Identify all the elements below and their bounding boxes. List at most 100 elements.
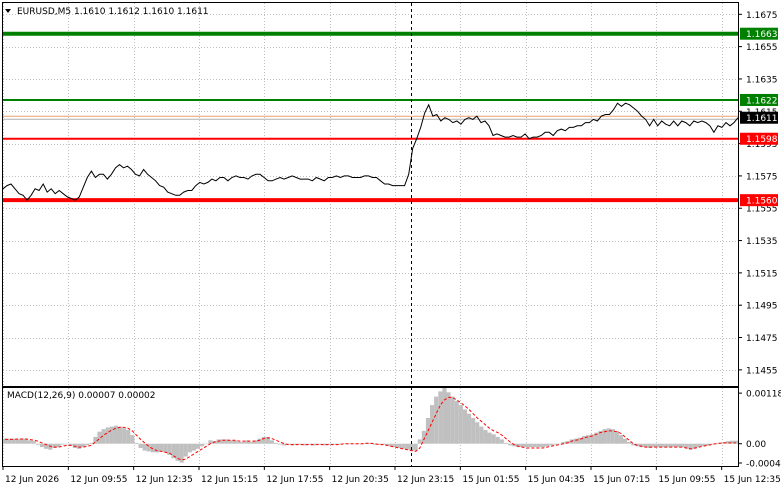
macd-histogram-bar [122, 428, 127, 444]
macd-histogram-bar [664, 443, 669, 448]
macd-histogram-bar [417, 439, 422, 444]
macd-histogram-bar [586, 435, 591, 444]
macd-histogram-bar [183, 443, 188, 457]
macd-histogram-bar [118, 426, 123, 444]
time-tick-label: 12 Jun 2026 [5, 475, 59, 485]
macd-histogram-bar [532, 443, 537, 448]
macd-histogram-bar [528, 443, 533, 448]
macd-histogram-bar [676, 443, 681, 448]
macd-histogram-bar [651, 443, 656, 448]
macd-histogram-bar [85, 443, 90, 446]
macd-histogram-bar [413, 443, 418, 451]
macd-tick-label: 0.00118 [746, 390, 781, 400]
trading-chart[interactable]: 1.16751.16551.16351.16151.15951.15751.15… [0, 0, 781, 489]
price-tick-label: 1.1475 [746, 334, 778, 344]
macd-histogram-bar [524, 443, 529, 448]
macd-tick-label: 0.00 [746, 440, 766, 450]
macd-histogram-bar [503, 442, 509, 444]
time-tick-label: 12 Jun 17:55 [266, 475, 323, 485]
chart-background [0, 0, 781, 489]
macd-histogram-bar [487, 432, 492, 444]
macd-histogram-bar [76, 443, 82, 449]
macd-histogram-bar [163, 443, 168, 453]
macd-histogram-bar [187, 443, 192, 453]
time-tick-label: 15 Jun 04:35 [528, 475, 585, 485]
current-price-label: 1.1611 [746, 114, 778, 124]
macd-histogram-bar [434, 396, 439, 444]
macd-histogram-bar [627, 442, 632, 444]
price-tick-label: 1.1575 [746, 172, 778, 182]
time-tick-label: 12 Jun 09:55 [70, 475, 127, 485]
macd-histogram-bar [545, 443, 550, 447]
macd-histogram-bar [660, 443, 665, 448]
macd-histogram-bar [134, 442, 139, 444]
macd-title: MACD(12,26,9) 0.00007 0.00002 [7, 391, 156, 401]
price-tick-label: 1.1455 [746, 366, 778, 376]
macd-histogram-bar [274, 442, 279, 444]
macd-histogram-bar [618, 435, 624, 444]
macd-histogram-bar [450, 396, 455, 444]
macd-histogram-bar [138, 443, 143, 448]
time-tick-label: 12 Jun 12:35 [136, 475, 193, 485]
macd-histogram-bar [442, 388, 447, 444]
macd-histogram-bar [35, 443, 40, 445]
support-price-tag-label: 1.1560 [746, 197, 778, 207]
macd-histogram-bar [491, 434, 496, 444]
macd-histogram-bar [483, 430, 488, 444]
macd-histogram-bar [508, 443, 513, 446]
main-title-group: EURUSD,M5 1.1610 1.1612 1.1610 1.1611 [5, 7, 209, 17]
macd-histogram-bar [31, 441, 36, 444]
macd-histogram-bar [405, 443, 410, 450]
macd-histogram-bar [175, 443, 180, 461]
macd-histogram-bar [241, 442, 246, 444]
macd-histogram-bar [278, 443, 283, 445]
macd-histogram-bar [64, 443, 69, 445]
macd-histogram-bar [668, 443, 673, 448]
macd-histogram-bar [623, 438, 628, 444]
macd-histogram-bar [249, 442, 254, 444]
price-tick-label: 1.1535 [746, 237, 778, 247]
macd-histogram-bar [499, 439, 504, 444]
macd-histogram-bar [393, 443, 398, 448]
macd-histogram-bar [655, 443, 661, 448]
macd-histogram-bar [130, 435, 135, 444]
macd-histogram-bar [540, 443, 546, 448]
macd-histogram-bar [467, 413, 472, 444]
macd-histogram-bar [438, 391, 443, 444]
macd-histogram-bar [237, 442, 242, 444]
macd-histogram-bar [458, 405, 463, 444]
macd-histogram-bar [475, 422, 480, 444]
time-tick-label: 12 Jun 23:15 [397, 475, 454, 485]
time-tick-label: 15 Jun 12:35 [724, 475, 781, 485]
macd-histogram-bar [614, 430, 619, 444]
macd-histogram-bar [462, 409, 468, 444]
macd-histogram-bar [282, 443, 287, 446]
macd-histogram-bar [680, 443, 685, 448]
macd-histogram-bar [191, 443, 197, 451]
macd-histogram-bar [553, 443, 558, 445]
macd-histogram-bar [536, 443, 541, 448]
macd-histogram-bar [520, 443, 525, 448]
price-tick-label: 1.1675 [746, 11, 778, 21]
macd-histogram-bar [269, 440, 275, 444]
time-tick-label: 15 Jun 01:55 [462, 475, 519, 485]
macd-histogram-bar [261, 436, 266, 444]
macd-histogram-bar [167, 443, 172, 455]
macd-histogram-bar [204, 443, 209, 445]
chart-canvas[interactable]: 1.16751.16551.16351.16151.15951.15751.15… [0, 0, 781, 489]
support-price-tag-label: 1.1598 [746, 135, 778, 145]
macd-histogram-bar [228, 440, 233, 444]
macd-histogram-bar [126, 430, 131, 444]
macd-histogram-bar [557, 443, 562, 445]
macd-histogram-bar [159, 443, 164, 452]
macd-histogram-bar [105, 427, 110, 444]
macd-histogram-bar [454, 400, 459, 444]
symbol-title: EURUSD,M5 1.1610 1.1612 1.1610 1.1611 [17, 7, 209, 17]
macd-histogram-bar [495, 436, 500, 444]
macd-histogram-bar [200, 443, 205, 447]
macd-histogram-bar [232, 440, 238, 444]
macd-histogram-bar [27, 440, 32, 444]
macd-histogram-bar [40, 443, 45, 448]
time-tick-label: 15 Jun 07:15 [593, 475, 650, 485]
resistance-price-tag-label: 1.1622 [746, 96, 778, 106]
